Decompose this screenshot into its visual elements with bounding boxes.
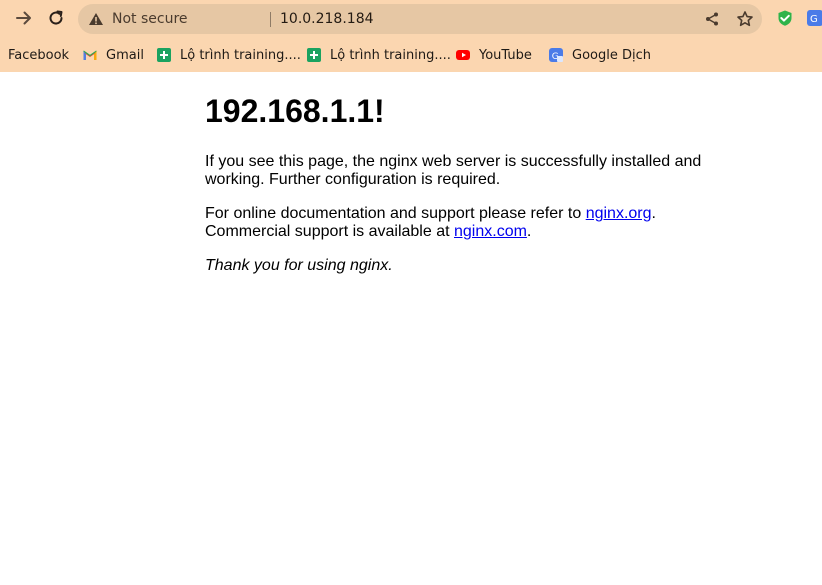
extension-shield-icon[interactable]: [776, 9, 794, 27]
documentation-text: For online documentation and support ple…: [205, 205, 586, 222]
google-translate-icon: G: [549, 48, 563, 62]
page-title: 192.168.1.1!: [205, 93, 385, 129]
sheets-icon: [157, 48, 171, 62]
reload-icon: [49, 10, 63, 25]
bookmark-label: YouTube: [479, 47, 532, 63]
reload-button[interactable]: [43, 5, 69, 31]
youtube-icon: [456, 50, 470, 60]
browser-chrome: Not secure 10.0.218.184 G Facebook Gmail…: [0, 0, 822, 72]
gmail-icon: [83, 50, 97, 60]
share-icon[interactable]: [704, 11, 720, 27]
nginx-com-link[interactable]: nginx.com: [454, 223, 527, 240]
nginx-org-link[interactable]: nginx.org: [586, 205, 652, 222]
svg-text:G: G: [810, 14, 818, 25]
bookmark-lo-trinh-training-1[interactable]: Lộ trình training....: [156, 45, 301, 65]
address-bar[interactable]: Not secure 10.0.218.184: [78, 4, 762, 34]
thank-you-text: Thank you for using nginx.: [205, 257, 393, 274]
back-button[interactable]: [11, 5, 37, 31]
back-arrow-icon: [16, 11, 31, 25]
documentation-period: .: [651, 205, 656, 222]
star-icon[interactable]: [736, 10, 754, 28]
bookmark-lo-trinh-training-2[interactable]: Lộ trình training....: [306, 45, 451, 65]
url-text[interactable]: 10.0.218.184: [280, 11, 374, 27]
sheets-icon: [307, 48, 321, 62]
success-message: If you see this page, the nginx web serv…: [205, 153, 702, 188]
bookmark-label: Facebook: [8, 47, 70, 63]
bookmark-label: Gmail: [106, 47, 144, 63]
bookmark-label: Lộ trình training....: [180, 47, 301, 63]
bookmarks-bar: Facebook Gmail Lộ trình training.... Lộ …: [0, 38, 822, 72]
bookmark-label: Google Dịch: [572, 47, 651, 63]
commercial-support-text: Commercial support is available at: [205, 223, 454, 240]
page-content: 192.168.1.1! If you see this page, the n…: [205, 92, 725, 275]
documentation-paragraph: For online documentation and support ple…: [205, 205, 725, 241]
thank-you-message: Thank you for using nginx.: [205, 257, 725, 275]
security-status-label[interactable]: Not secure: [112, 11, 188, 27]
browser-toolbar: Not secure 10.0.218.184 G: [0, 0, 822, 38]
commercial-support-period: .: [526, 223, 532, 240]
bookmark-label: Lộ trình training....: [330, 47, 451, 63]
bookmark-google-dich[interactable]: G Google Dịch: [548, 45, 651, 65]
extension-translate-icon[interactable]: G: [806, 9, 822, 27]
bookmark-gmail[interactable]: Gmail: [82, 45, 144, 65]
warning-icon[interactable]: [88, 11, 104, 27]
bookmark-facebook[interactable]: Facebook: [8, 45, 69, 65]
omnibox-divider: [270, 12, 271, 27]
bookmark-youtube[interactable]: YouTube: [455, 45, 532, 65]
